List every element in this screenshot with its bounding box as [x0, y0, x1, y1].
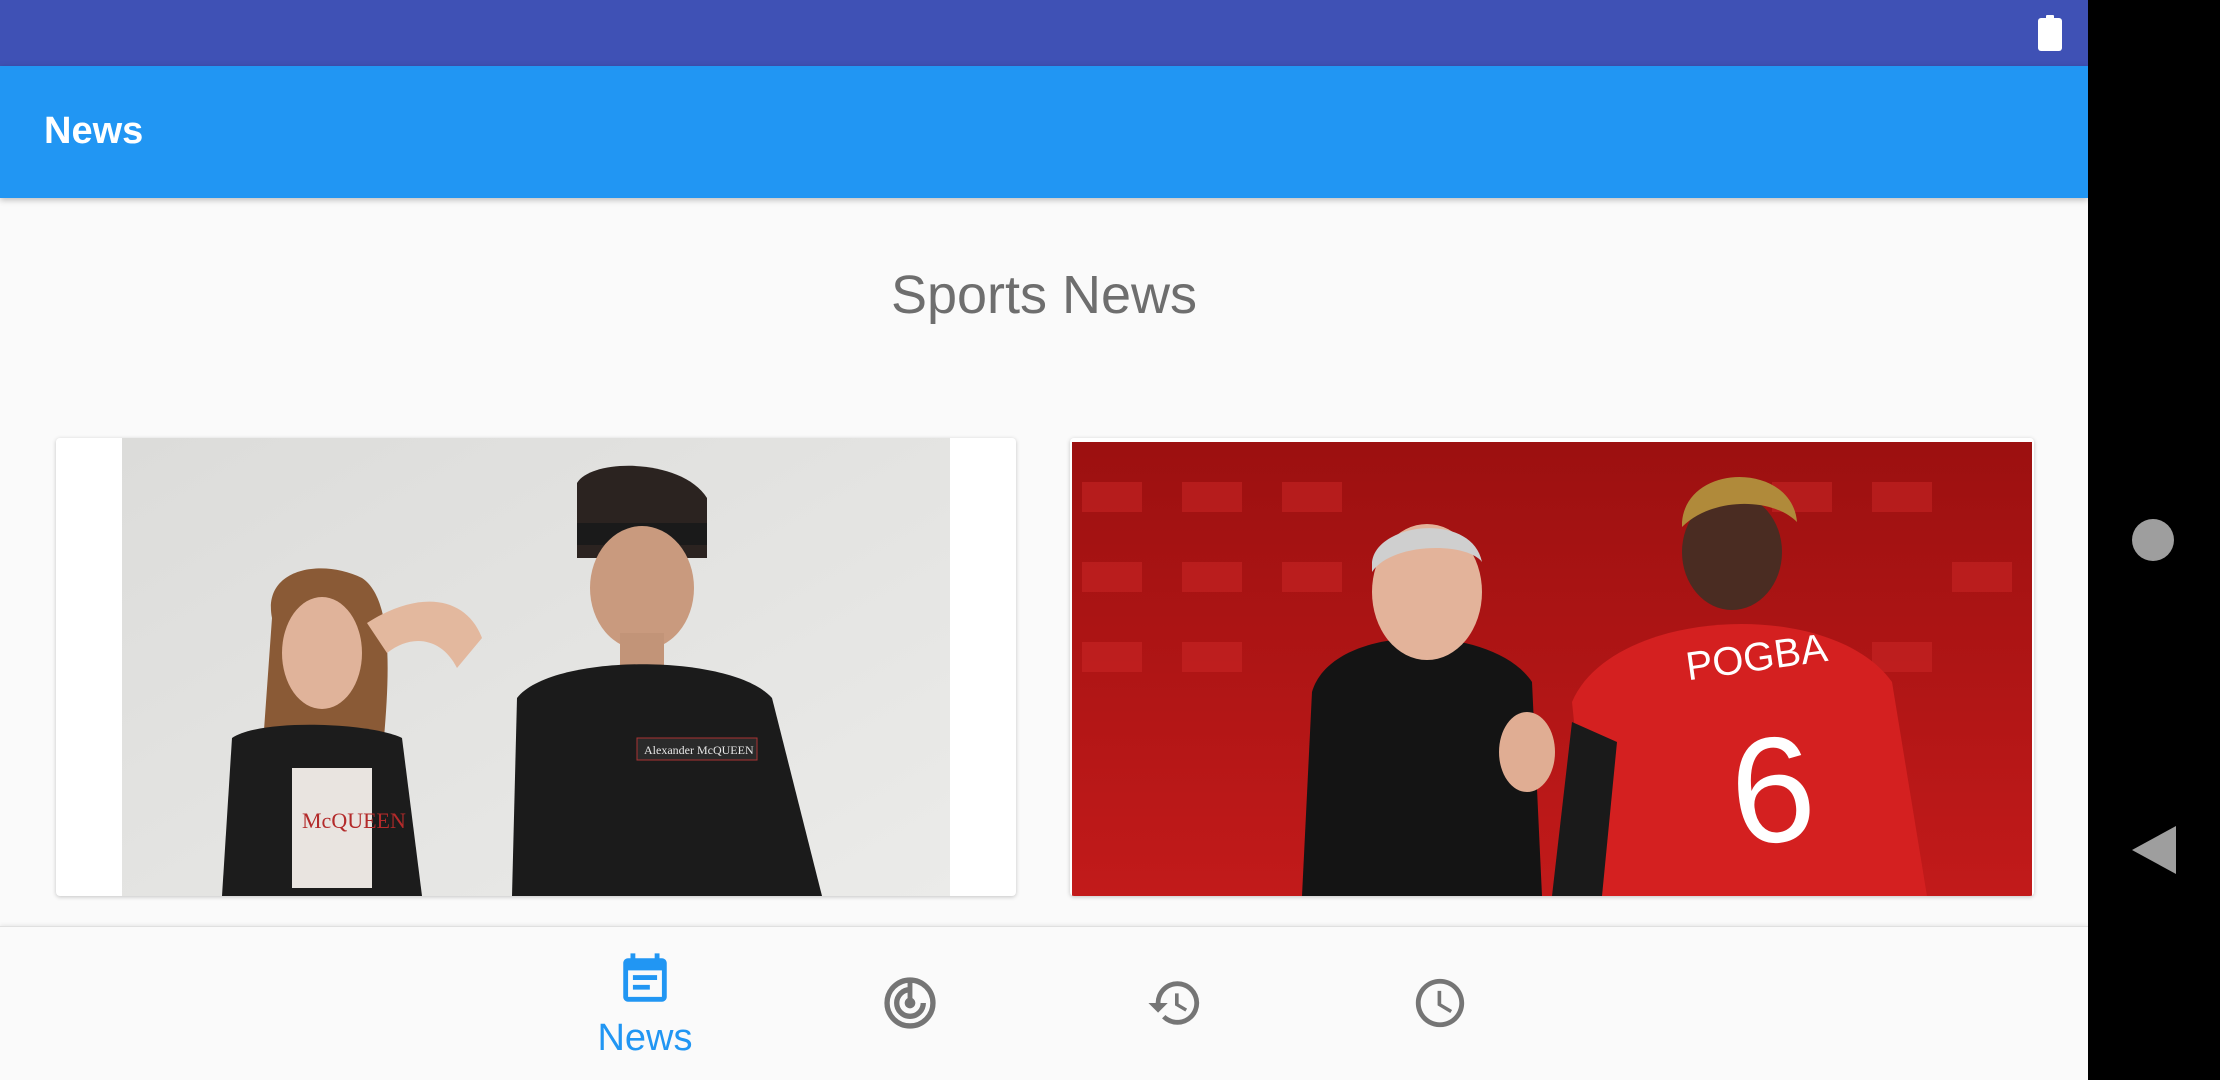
news-card[interactable]: McQUEEN Alexander McQUEEN — [56, 438, 1016, 896]
radar-icon — [884, 977, 936, 1029]
battery-icon — [2038, 15, 2062, 51]
section-title: Sports News — [890, 265, 1198, 325]
status-bar — [0, 0, 2088, 66]
news-content[interactable]: Sports News McQUEEN Alexander McQUEEN PO… — [0, 198, 2088, 926]
nav-item-history[interactable] — [1105, 927, 1245, 1080]
news-card[interactable]: POGBA 6 — [1070, 438, 2034, 896]
bottom-navigation: News — [0, 926, 2088, 1080]
nav-item-clock[interactable] — [1370, 927, 1510, 1080]
system-navigation-bar — [2088, 0, 2220, 1080]
nav-item-label: News — [597, 1017, 693, 1059]
news-card-image: POGBA 6 — [1072, 442, 2032, 896]
svg-text:Alexander McQUEEN: Alexander McQUEEN — [644, 743, 754, 757]
nav-item-news[interactable]: News — [575, 927, 715, 1080]
history-icon — [1148, 981, 1200, 1025]
app-title: News — [44, 110, 144, 152]
svg-text:6: 6 — [1722, 702, 1823, 878]
news-calendar-icon — [623, 953, 667, 1002]
news-card-image: McQUEEN Alexander McQUEEN — [122, 438, 950, 896]
app-window: News Sports News McQUEEN Alexander McQUE… — [0, 0, 2088, 1080]
app-bar: News — [0, 66, 2088, 198]
nav-item-radar[interactable] — [840, 927, 980, 1080]
svg-text:McQUEEN: McQUEEN — [302, 808, 406, 833]
clock-icon — [1415, 978, 1465, 1028]
back-button[interactable] — [2132, 826, 2176, 874]
home-button[interactable] — [2132, 519, 2174, 561]
